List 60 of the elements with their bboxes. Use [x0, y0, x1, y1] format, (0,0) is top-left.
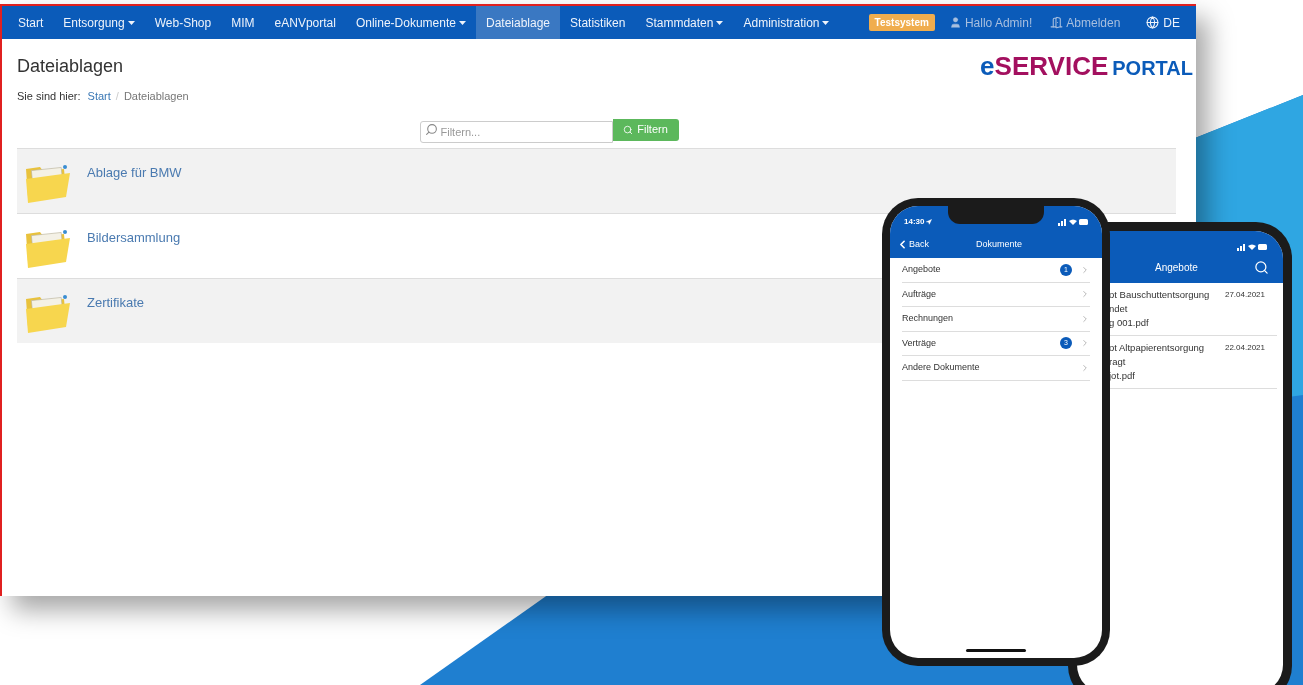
caret-icon	[822, 20, 830, 25]
test-system-badge: Testsystem	[868, 14, 935, 31]
menu-label: Angebote	[902, 263, 942, 276]
search-icon	[424, 122, 438, 136]
menu-row[interactable]: Andere Dokumente	[902, 356, 1090, 381]
location-icon	[926, 219, 933, 225]
nav-item[interactable]: MIM	[221, 6, 265, 39]
document-text: jot.pdf	[1109, 369, 1136, 383]
logo: eSERVICE PORTAL	[980, 50, 1193, 83]
door-icon	[1050, 16, 1064, 29]
nav-item[interactable]: Statistiken	[560, 6, 636, 39]
search-icon	[1254, 260, 1269, 275]
breadcrumb-label: Sie sind hier:	[17, 89, 81, 104]
chevron-icon	[1080, 362, 1090, 373]
nav-item[interactable]: Dateiablage	[476, 6, 561, 39]
caret-icon	[459, 20, 466, 25]
caret-icon	[127, 20, 135, 25]
nav-item[interactable]: Web-Shop	[144, 6, 222, 39]
screen-title: Angebote	[1155, 261, 1198, 275]
breadcrumb-current: Dateiablagen	[123, 89, 189, 104]
menu-label: Rechnungen	[902, 312, 955, 325]
filter-field[interactable]: Filtern...	[419, 120, 613, 143]
search-icon	[623, 124, 634, 135]
chevron-icon	[1080, 289, 1090, 300]
logout-link[interactable]: Abmelden	[1050, 6, 1121, 39]
status-icons-drawing	[1058, 218, 1088, 226]
document-date: 22.04.2021	[1224, 342, 1265, 354]
chevron-icon	[1080, 338, 1090, 349]
document-text: ragt	[1109, 355, 1127, 369]
menu-row[interactable]: Aufträge	[902, 282, 1090, 307]
menu-label: Verträge	[902, 336, 938, 350]
status-time: 14:30	[904, 216, 925, 228]
globe-icon	[1146, 16, 1160, 29]
folder-link[interactable]: Bildersammlung	[87, 227, 181, 247]
folder-link[interactable]: Zertifikate	[87, 292, 145, 312]
nav-item[interactable]: Online-Dokumente	[345, 6, 476, 39]
nav-item[interactable]: Entsorgung	[53, 6, 145, 39]
nav-item[interactable]: Administration	[733, 6, 840, 39]
document-text: ndet	[1109, 302, 1129, 316]
page-title: Dateiablagen	[17, 55, 125, 78]
document-date: 27.04.2021	[1224, 289, 1265, 301]
chevron-icon	[1080, 264, 1090, 275]
menu-label: Aufträge	[902, 287, 938, 301]
breadcrumb-link[interactable]: Start	[87, 88, 111, 105]
screen-title: Dokumente	[976, 238, 1023, 251]
breadcrumb-separator: /	[115, 89, 119, 104]
chevron-icon	[1080, 313, 1090, 324]
back-button[interactable]: Back	[896, 238, 966, 252]
home-indicator	[966, 649, 1026, 652]
nav-item[interactable]: Start	[8, 6, 54, 39]
nav-item[interactable]: Stammdaten	[635, 6, 734, 39]
user-icon	[948, 16, 962, 29]
caret-icon	[716, 20, 724, 25]
status-icons-drawing	[1237, 243, 1267, 251]
folder-link[interactable]: Ablage für BMW	[87, 162, 182, 182]
nav-item[interactable]: eANVportal	[264, 6, 346, 39]
menu-row[interactable]: Rechnungen	[902, 307, 1090, 332]
user-menu[interactable]: Hallo Admin!	[948, 6, 1033, 39]
menu-label: Andere Dokumente	[902, 361, 981, 374]
language-menu[interactable]: DE	[1146, 6, 1180, 39]
